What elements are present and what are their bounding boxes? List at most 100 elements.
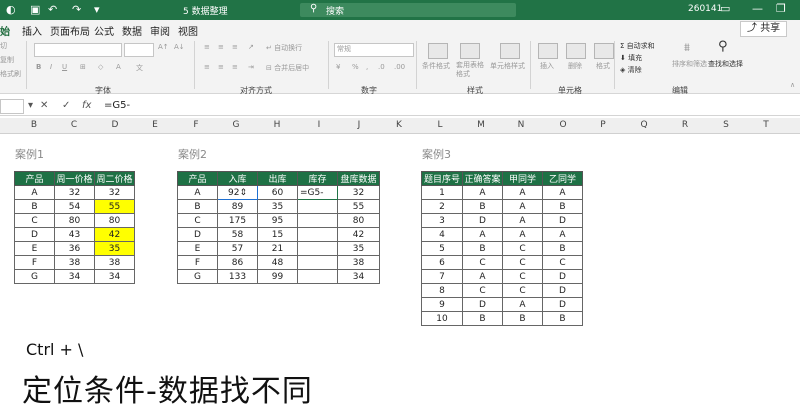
tab-review[interactable]: 审阅: [150, 23, 170, 38]
column-header[interactable]: N: [514, 120, 528, 130]
table-cell-highlighted[interactable]: 42: [94, 227, 135, 242]
tab-insert[interactable]: 插入: [22, 23, 42, 38]
orientation-icon[interactable]: ↗: [248, 43, 254, 51]
name-box[interactable]: [0, 99, 24, 114]
table-cell[interactable]: D: [542, 297, 583, 312]
table-cell[interactable]: A: [542, 227, 583, 242]
table-cell[interactable]: G: [177, 269, 218, 284]
column-header[interactable]: O: [556, 120, 570, 130]
formula-input[interactable]: =G5-: [104, 100, 130, 111]
insert-cells-button[interactable]: 插入: [540, 61, 554, 71]
table-header-cell[interactable]: 周二价格: [94, 171, 135, 186]
comma-icon[interactable]: ,: [366, 63, 368, 71]
font-name-select[interactable]: [34, 43, 122, 57]
delete-cells-icon[interactable]: [566, 43, 586, 59]
tab-data[interactable]: 数据: [122, 23, 142, 38]
table-cell[interactable]: 32: [94, 185, 135, 200]
fill-button[interactable]: ⬇ 填充: [620, 53, 642, 63]
table-cell[interactable]: A: [502, 199, 543, 214]
table-cell[interactable]: D: [14, 227, 55, 242]
table-cell[interactable]: 7: [421, 269, 463, 284]
table-cell[interactable]: 6: [421, 255, 463, 270]
share-button[interactable]: ⤴ 共享: [740, 21, 788, 37]
percent-icon[interactable]: %: [352, 63, 359, 71]
collapse-ribbon-icon[interactable]: ∧: [790, 81, 795, 89]
redo-icon[interactable]: ↷: [72, 3, 81, 16]
fill-color-icon[interactable]: ◇: [98, 63, 103, 71]
table-cell[interactable]: B: [542, 241, 583, 256]
table-cell[interactable]: 54: [54, 199, 95, 214]
font-size-select[interactable]: [124, 43, 154, 57]
column-header[interactable]: G: [229, 120, 243, 130]
table-cell[interactable]: D: [542, 269, 583, 284]
table-cell[interactable]: 38: [337, 255, 380, 270]
table-cell[interactable]: 2: [421, 199, 463, 214]
table-cell[interactable]: C: [502, 283, 543, 298]
table-cell[interactable]: B: [542, 199, 583, 214]
table-cell[interactable]: 32: [54, 185, 95, 200]
table-header-cell[interactable]: 正确答案: [462, 171, 503, 186]
name-box-dropdown-icon[interactable]: ▾: [28, 100, 33, 111]
merge-center-button[interactable]: ⊟ 合并后居中: [266, 63, 309, 73]
table-header-cell[interactable]: 出库: [257, 171, 298, 186]
tab-home[interactable]: 始: [0, 23, 10, 38]
table-cell[interactable]: [297, 241, 338, 256]
table-cell[interactable]: D: [177, 227, 218, 242]
table-cell[interactable]: C: [462, 255, 503, 270]
wrap-text-button[interactable]: ↵ 自动换行: [266, 43, 302, 53]
table-cell[interactable]: 35: [337, 241, 380, 256]
column-header[interactable]: J: [352, 120, 366, 130]
cut-button[interactable]: 切: [0, 41, 7, 51]
table-cell[interactable]: B: [462, 199, 503, 214]
increase-decimal-icon[interactable]: .0: [378, 63, 385, 71]
table-cell[interactable]: 1: [421, 185, 463, 200]
tab-page-layout[interactable]: 页面布局: [50, 23, 90, 38]
border-icon[interactable]: ⊞: [80, 63, 86, 71]
align-middle-icon[interactable]: ≡: [218, 43, 224, 51]
table-cell[interactable]: D: [542, 283, 583, 298]
table-cell[interactable]: 32: [337, 185, 380, 200]
column-header[interactable]: P: [596, 120, 610, 130]
table-cell[interactable]: 5: [421, 241, 463, 256]
table-header-cell[interactable]: 题目序号: [421, 171, 463, 186]
indent-icon[interactable]: ⇥: [248, 63, 254, 71]
table-cell[interactable]: C: [502, 241, 543, 256]
column-header[interactable]: F: [189, 120, 203, 130]
find-select-button[interactable]: 查找和选择: [708, 59, 743, 69]
table-cell[interactable]: 175: [217, 213, 258, 228]
underline-icon[interactable]: U: [62, 63, 67, 71]
table-cell[interactable]: 80: [94, 213, 135, 228]
table-cell[interactable]: D: [462, 213, 503, 228]
table-cell[interactable]: 34: [54, 269, 95, 284]
column-header[interactable]: I: [312, 120, 326, 130]
font-grow-icon[interactable]: A↑: [158, 43, 169, 51]
table-cell[interactable]: A: [462, 185, 503, 200]
quick-access-more-icon[interactable]: ▾: [94, 3, 100, 16]
table-cell[interactable]: F: [177, 255, 218, 270]
column-header[interactable]: K: [392, 120, 406, 130]
table-cell[interactable]: F: [14, 255, 55, 270]
table-cell[interactable]: B: [502, 311, 543, 326]
column-header[interactable]: B: [27, 120, 41, 130]
table-cell[interactable]: 3: [421, 213, 463, 228]
table-cell[interactable]: 95: [257, 213, 298, 228]
table-cell[interactable]: [297, 255, 338, 270]
table-cell[interactable]: 34: [337, 269, 380, 284]
table-cell[interactable]: C: [502, 269, 543, 284]
table-cell[interactable]: 80: [54, 213, 95, 228]
clear-button[interactable]: ◈ 清除: [620, 65, 642, 75]
conditional-format-icon[interactable]: [428, 43, 448, 59]
table-header-cell[interactable]: 乙同学: [542, 171, 583, 186]
table-cell-highlighted[interactable]: 35: [94, 241, 135, 256]
table-format-button[interactable]: 套用表格格式: [456, 61, 486, 79]
table-cell[interactable]: 9: [421, 297, 463, 312]
table-cell[interactable]: 99: [257, 269, 298, 284]
column-header[interactable]: S: [719, 120, 733, 130]
table-cell[interactable]: A: [502, 185, 543, 200]
table-cell[interactable]: 15: [257, 227, 298, 242]
table-cell[interactable]: B: [462, 241, 503, 256]
search-box[interactable]: ⚲ 搜索: [300, 3, 516, 17]
table-cell[interactable]: A: [177, 185, 218, 200]
table-cell[interactable]: 21: [257, 241, 298, 256]
restore-icon[interactable]: ❐: [776, 2, 786, 15]
